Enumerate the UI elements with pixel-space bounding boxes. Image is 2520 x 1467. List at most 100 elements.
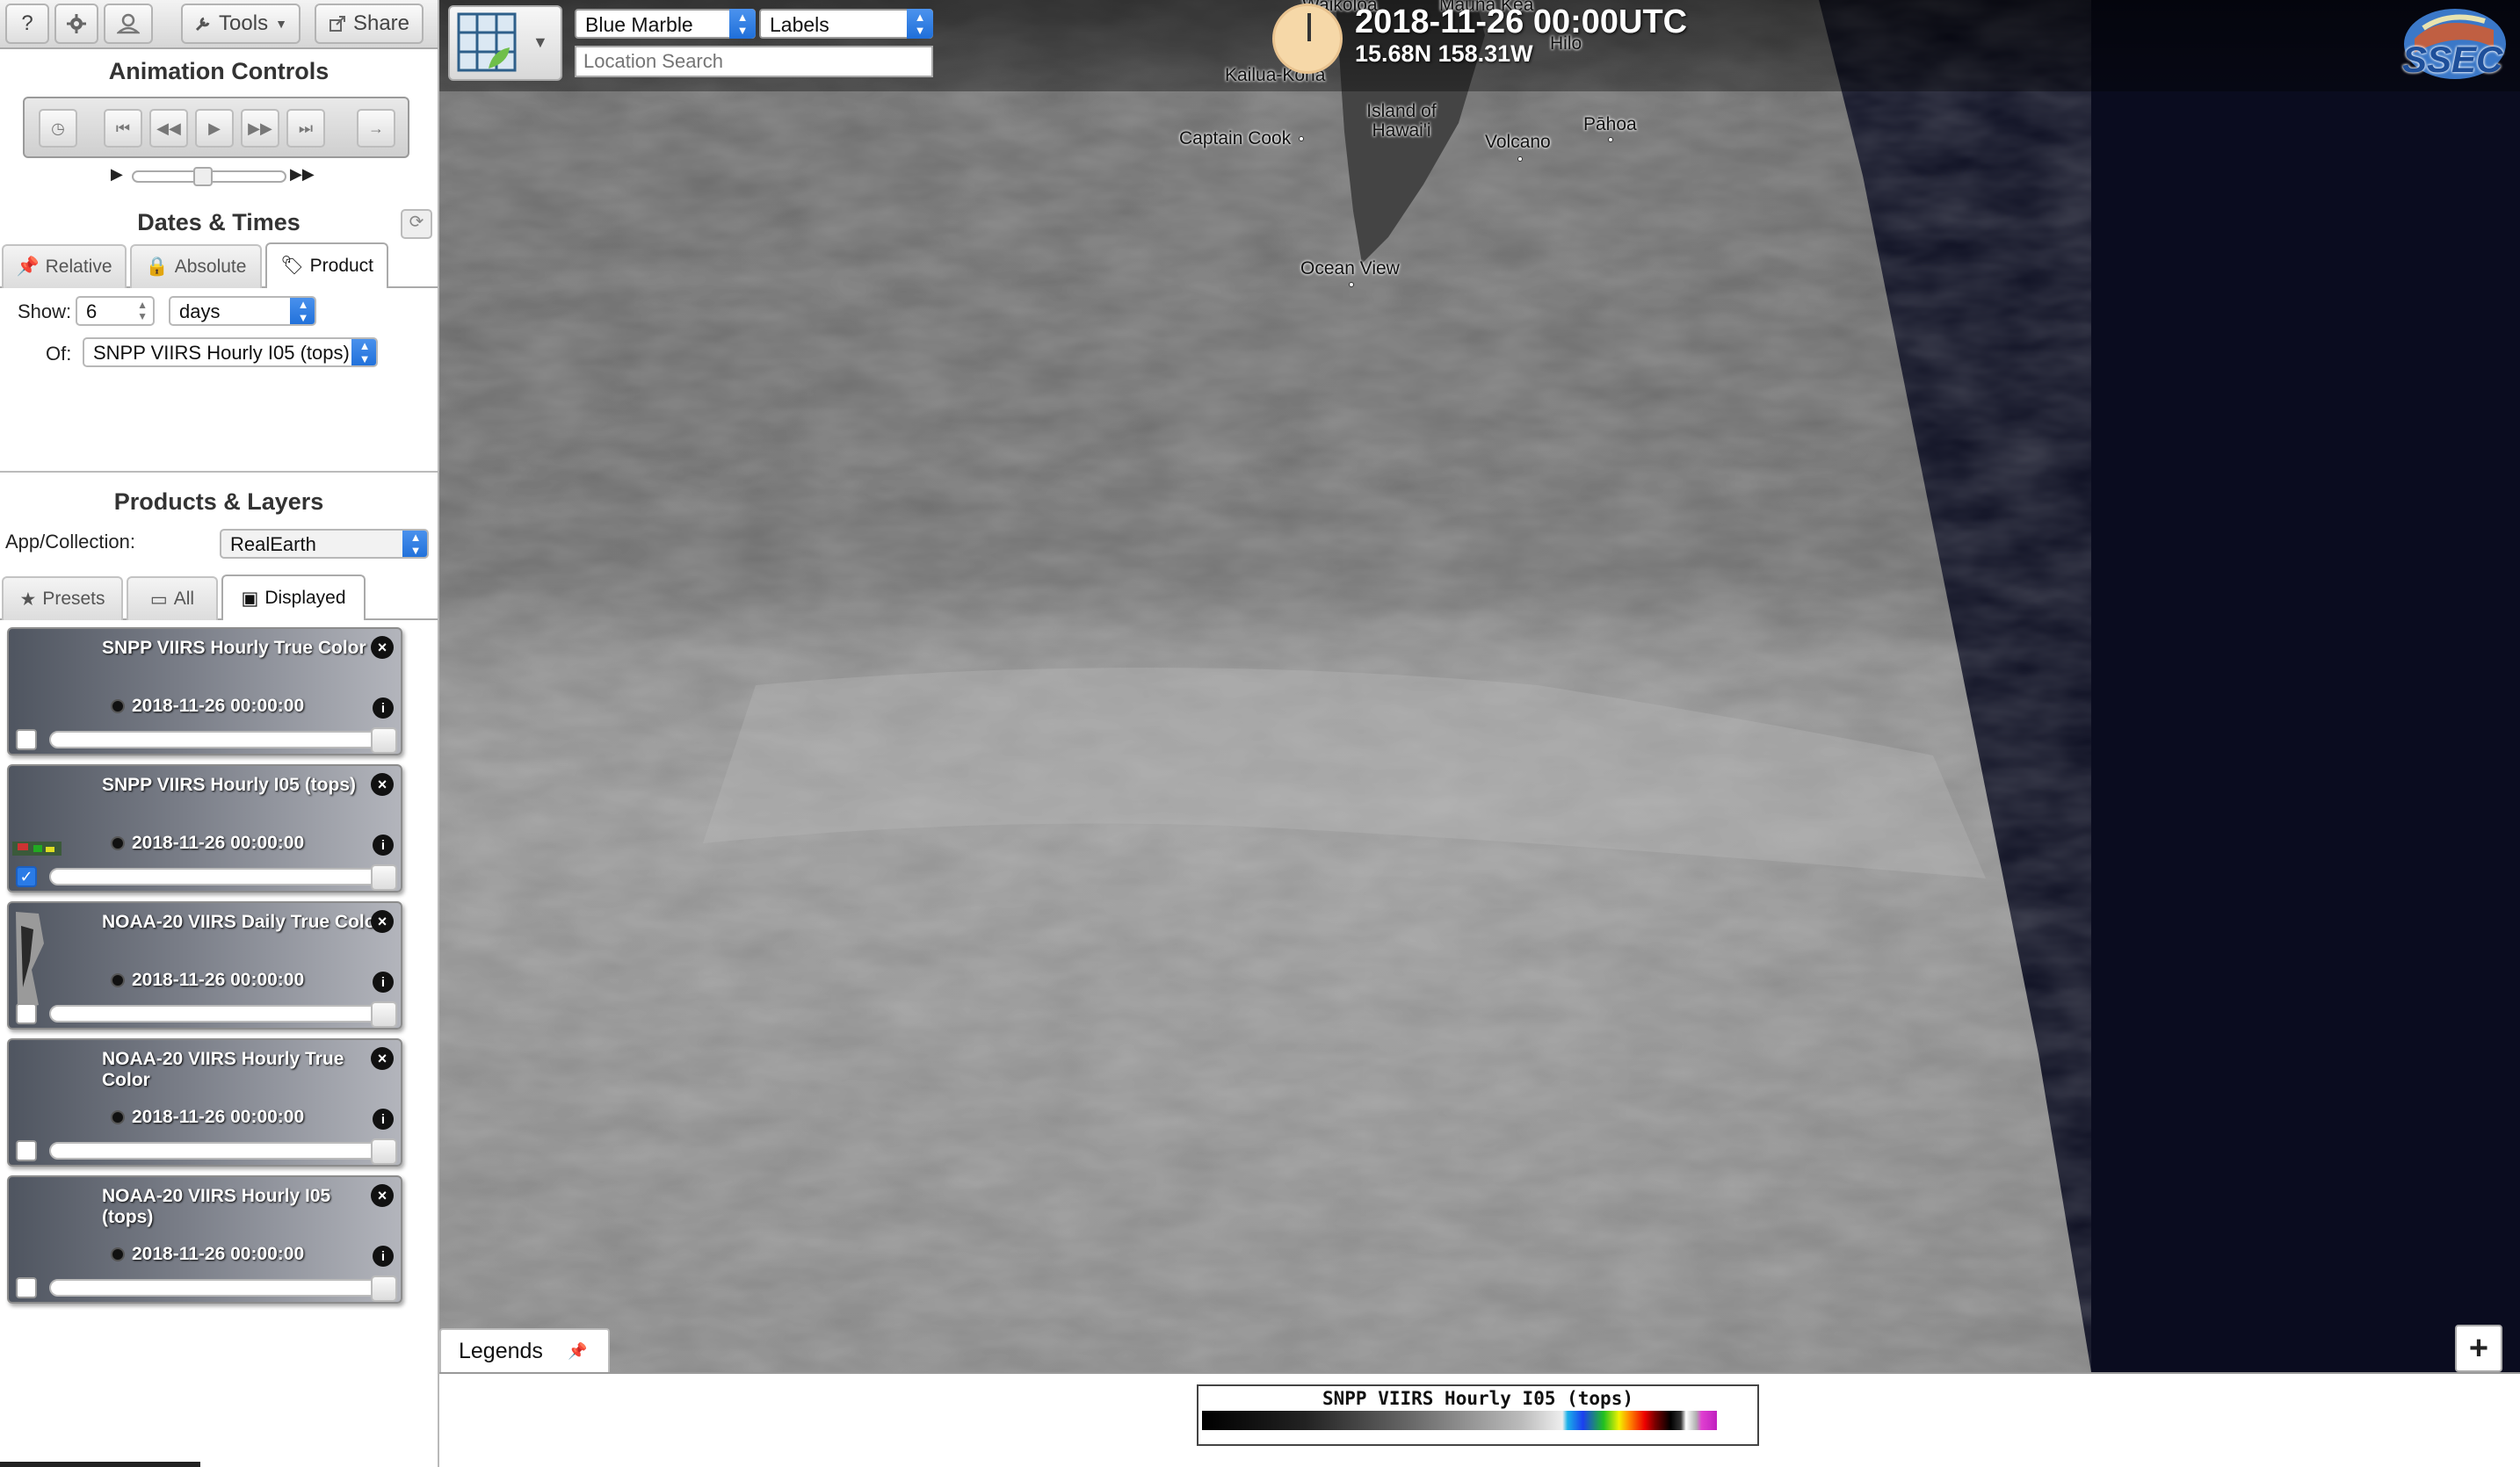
tab-presets[interactable]: ★ Presets — [2, 576, 123, 620]
help-label: ? — [21, 11, 33, 35]
layer-opacity-slider[interactable] — [49, 1275, 397, 1302]
layer-time: 2018-11-26 00:00:00 — [111, 1107, 304, 1128]
layer-visibility-checkbox[interactable]: ✓ — [16, 866, 37, 887]
clock-icon — [111, 973, 125, 987]
tools-menu-button[interactable]: Tools ▼ — [181, 4, 301, 44]
rewind-icon: ◀◀ — [156, 119, 181, 137]
layer-opacity-slider[interactable] — [49, 1001, 397, 1028]
opacity-knob[interactable] — [371, 1138, 397, 1165]
layer-opacity-slider[interactable] — [49, 864, 397, 891]
tab-all[interactable]: ▭ All — [127, 576, 218, 620]
tab-all-label: All — [173, 589, 195, 609]
close-icon[interactable]: × — [371, 773, 394, 796]
select-arrow-icon: ▲ ▼ — [290, 298, 315, 324]
animation-speed-slider[interactable]: ▶ ▶▶ — [105, 165, 316, 186]
loop-button[interactable]: → — [357, 109, 395, 148]
info-icon[interactable]: i — [373, 835, 394, 856]
legend-panel: SNPP VIIRS Hourly I05 (tops) — [439, 1372, 2520, 1467]
divider — [0, 471, 438, 473]
tab-displayed[interactable]: ▣ Displayed — [221, 575, 366, 620]
stepper-icon[interactable]: ▲ ▼ — [137, 300, 148, 322]
opacity-knob[interactable] — [371, 1275, 397, 1302]
close-icon[interactable]: × — [371, 1047, 394, 1070]
layer-thumbnail — [16, 912, 44, 1010]
place-marker — [1299, 136, 1304, 141]
layer-visibility-checkbox[interactable] — [16, 1277, 37, 1298]
tab-relative[interactable]: 📌 Relative — [2, 244, 127, 288]
pin-icon[interactable]: 📌 — [568, 1342, 587, 1361]
tab-product[interactable]: 🏷 Product — [265, 242, 388, 288]
skip-forward-icon: ⏭ — [298, 119, 314, 137]
close-icon[interactable]: × — [371, 1184, 394, 1207]
user-icon — [117, 13, 140, 34]
last-frame-button[interactable]: ⏭ — [286, 109, 325, 148]
ssec-logo[interactable]: SSEC — [2397, 4, 2511, 83]
play-button[interactable]: ▶ — [195, 109, 234, 148]
clock-hand — [1307, 13, 1311, 41]
star-icon: ★ — [19, 589, 37, 610]
labels-select[interactable]: Labels ▲ ▼ — [759, 9, 933, 39]
step-back-button[interactable]: ◀◀ — [149, 109, 188, 148]
tab-absolute-label: Absolute — [174, 257, 247, 277]
sync-icon: ⟳ — [409, 213, 424, 232]
legends-tab[interactable]: Legends 📌 — [439, 1328, 610, 1372]
layer-time-value: 2018-11-26 00:00:00 — [132, 1244, 305, 1264]
map-view[interactable]: ▼ Blue Marble ▲▼ Labels ▲▼ Kailua-Kona W… — [439, 0, 2520, 1372]
select-arrow-icon: ▲ ▼ — [907, 9, 933, 39]
basemap-value: Blue Marble — [585, 13, 693, 36]
layer-title: SNPP VIIRS Hourly True Color — [102, 638, 366, 658]
layer-card[interactable]: NOAA-20 VIIRS Daily True Color × 2018-11… — [7, 901, 402, 1030]
info-icon[interactable]: i — [373, 1109, 394, 1130]
layer-card[interactable]: SNPP VIIRS Hourly True Color × 2018-11-2… — [7, 627, 402, 755]
zoom-in-button[interactable]: + — [2455, 1325, 2502, 1372]
basemap-select[interactable]: Blue Marble ▲ ▼ — [575, 9, 756, 39]
speed-knob[interactable] — [193, 167, 213, 186]
current-datetime: 2018-11-26 00:00UTC — [1355, 4, 1688, 40]
sync-button[interactable]: ⟳ — [401, 209, 432, 239]
user-button[interactable] — [104, 4, 153, 44]
product-select[interactable]: SNPP VIIRS Hourly I05 (tops) ▲ ▼ — [83, 337, 378, 367]
cursor-coordinates: 15.68N 158.31W — [1355, 40, 1533, 67]
chevron-down-icon: ▼ — [532, 33, 548, 51]
map-grid-button[interactable]: ▼ — [448, 5, 562, 81]
place-marker — [1349, 282, 1354, 287]
opacity-knob[interactable] — [371, 727, 397, 754]
close-icon[interactable]: × — [371, 910, 394, 933]
layer-visibility-checkbox[interactable] — [16, 729, 37, 750]
layer-time: 2018-11-26 00:00:00 — [111, 833, 304, 854]
close-icon[interactable]: × — [371, 636, 394, 659]
show-unit-select[interactable]: days ▲ ▼ — [169, 296, 316, 326]
layer-time: 2018-11-26 00:00:00 — [111, 696, 304, 717]
wrench-icon — [195, 17, 210, 32]
fast-icon: ▶▶ — [290, 165, 315, 183]
legend-color-scale — [1202, 1411, 1717, 1430]
settings-button[interactable] — [54, 4, 98, 44]
info-icon[interactable]: i — [373, 697, 394, 719]
tab-absolute[interactable]: 🔒 Absolute — [130, 244, 262, 288]
location-search-input[interactable] — [575, 46, 933, 77]
skip-back-icon: ⏮ — [115, 119, 131, 137]
collection-label: App/Collection: — [5, 531, 135, 553]
layer-card[interactable]: SNPP VIIRS Hourly I05 (tops) × 2018-11-2… — [7, 764, 402, 892]
legends-label: Legends — [459, 1338, 543, 1363]
tools-label: Tools — [219, 11, 269, 35]
opacity-knob[interactable] — [371, 864, 397, 891]
layer-opacity-slider[interactable] — [49, 1138, 397, 1165]
layer-card[interactable]: NOAA-20 VIIRS Hourly True Color × 2018-1… — [7, 1038, 402, 1167]
share-button[interactable]: Share — [315, 4, 424, 44]
info-icon[interactable]: i — [373, 1246, 394, 1267]
step-forward-button[interactable]: ▶▶ — [241, 109, 279, 148]
layer-visibility-checkbox[interactable] — [16, 1140, 37, 1161]
layer-visibility-checkbox[interactable] — [16, 1003, 37, 1024]
dates-times-title: Dates & Times — [137, 209, 301, 235]
share-icon — [329, 16, 345, 32]
info-icon[interactable]: i — [373, 972, 394, 993]
layer-card[interactable]: NOAA-20 VIIRS Hourly I05 (tops) × 2018-1… — [7, 1175, 402, 1304]
first-frame-button[interactable]: ⏮ — [104, 109, 142, 148]
show-count-input[interactable]: 6 ▲ ▼ — [76, 296, 155, 326]
collection-select[interactable]: RealEarth ▲ ▼ — [220, 529, 429, 559]
clock-button[interactable]: ◷ — [39, 109, 77, 148]
opacity-knob[interactable] — [371, 1001, 397, 1028]
help-button[interactable]: ? — [5, 4, 49, 44]
layer-opacity-slider[interactable] — [49, 727, 397, 754]
